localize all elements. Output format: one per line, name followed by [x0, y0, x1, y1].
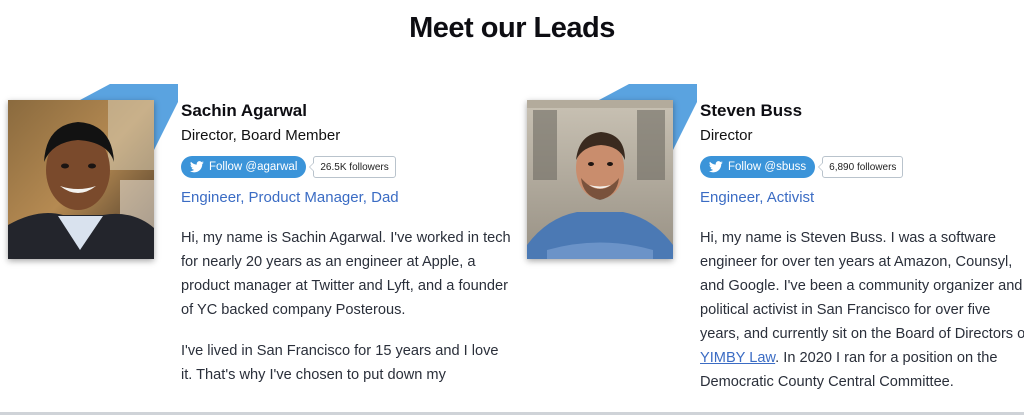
yimby-law-link[interactable]: YIMBY Law: [700, 350, 775, 366]
portrait-photo-icon: [527, 100, 673, 259]
lead-info-sachin: Sachin Agarwal Director, Board Member Fo…: [181, 100, 511, 404]
lead-role: Director, Board Member: [181, 127, 341, 144]
follower-count-badge[interactable]: 26.5K followers: [309, 156, 396, 178]
lead-tagline: Engineer, Activist: [700, 189, 815, 206]
bio-paragraph: I've lived in San Francisco for 15 years…: [181, 343, 499, 383]
follow-button-label: Follow @agarwal: [209, 161, 298, 173]
twitter-follow-button[interactable]: Follow @agarwal: [181, 156, 307, 178]
lead-role: Director: [700, 127, 753, 144]
page-title: Meet our Leads: [409, 12, 615, 44]
follower-count-badge[interactable]: 6,890 followers: [818, 156, 904, 178]
lead-name: Steven Buss: [700, 101, 803, 120]
twitter-follow-row: Follow @agarwal 26.5K followers: [181, 155, 511, 179]
twitter-bird-icon: [709, 161, 723, 173]
bio-paragraph: Hi, my name is Steven Buss. I was a soft…: [700, 226, 1024, 394]
portrait-photo-icon: [8, 100, 154, 259]
lead-photo-sachin: [8, 100, 154, 259]
bio-text: Hi, my name is Steven Buss. I was a soft…: [700, 230, 1024, 342]
lead-photo-frame: [8, 84, 178, 264]
lead-photo-steven: [527, 100, 673, 259]
twitter-bird-icon: [190, 161, 204, 173]
lead-photo-frame: [527, 84, 697, 264]
lead-tagline: Engineer, Product Manager, Dad: [181, 189, 399, 206]
twitter-follow-button[interactable]: Follow @sbuss: [700, 156, 816, 178]
bio-paragraph: Hi, my name is Sachin Agarwal. I've work…: [181, 230, 511, 318]
twitter-follow-row: Follow @sbuss 6,890 followers: [700, 155, 1024, 179]
lead-name: Sachin Agarwal: [181, 101, 307, 120]
follow-button-label: Follow @sbuss: [728, 161, 807, 173]
lead-bio: Hi, my name is Sachin Agarwal. I've work…: [181, 226, 511, 387]
lead-info-steven: Steven Buss Director Follow @sbuss 6,890…: [700, 100, 1024, 411]
meet-our-leads-section: Meet our Leads Sachin Agarwal Director, …: [0, 0, 1024, 415]
lead-bio: Hi, my name is Steven Buss. I was a soft…: [700, 226, 1024, 394]
